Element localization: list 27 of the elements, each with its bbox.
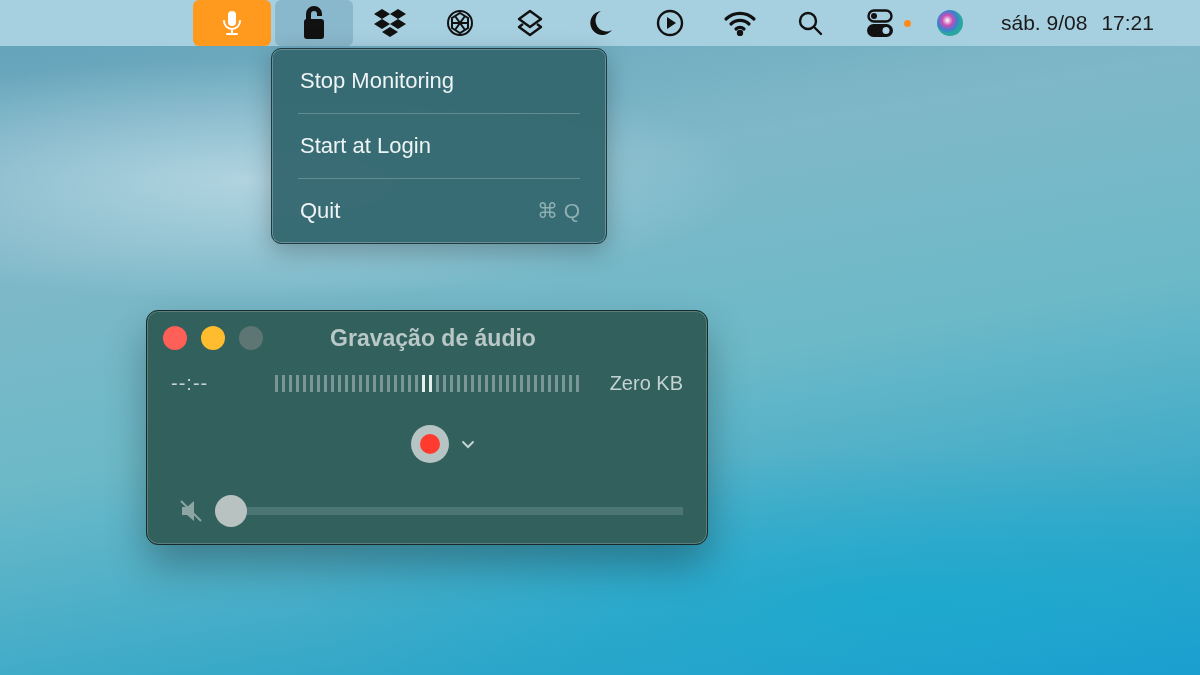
menu-item[interactable]: Start at Login: [272, 120, 606, 172]
play-circle-icon: [656, 9, 684, 37]
microphone-icon: [221, 10, 243, 36]
menu-item[interactable]: Stop Monitoring: [272, 55, 606, 107]
knot-icon: [445, 8, 475, 38]
toggles-icon: [867, 9, 893, 37]
minimize-window-button[interactable]: [201, 326, 225, 350]
padlock-icon: [302, 6, 326, 40]
menu-bar-clock[interactable]: 17:21: [1101, 11, 1154, 35]
file-size: Zero KB: [609, 371, 683, 395]
diamond-boxes-icon: [373, 8, 407, 38]
layers-icon: [515, 8, 545, 38]
menu-bar-date[interactable]: sáb. 9/08: [1001, 11, 1088, 35]
elapsed-time: --:--: [171, 371, 210, 395]
window-title: Gravação de áudio: [329, 324, 537, 352]
record-button[interactable]: [411, 425, 449, 463]
slider-thumb[interactable]: [215, 495, 247, 527]
gradient-orb-icon: [936, 9, 964, 37]
close-window-button[interactable]: [163, 326, 187, 350]
wifi-icon: [723, 10, 757, 36]
search-icon: [797, 10, 823, 36]
chevron-down-icon[interactable]: [461, 439, 475, 449]
muted-speaker-icon[interactable]: [179, 499, 203, 523]
menu-item[interactable]: Quit ⌘ Q: [272, 185, 606, 237]
moon-icon: [587, 9, 613, 37]
shortcut-label: ⌘ Q: [536, 199, 580, 223]
menu-bar-item[interactable]: [275, 0, 353, 46]
